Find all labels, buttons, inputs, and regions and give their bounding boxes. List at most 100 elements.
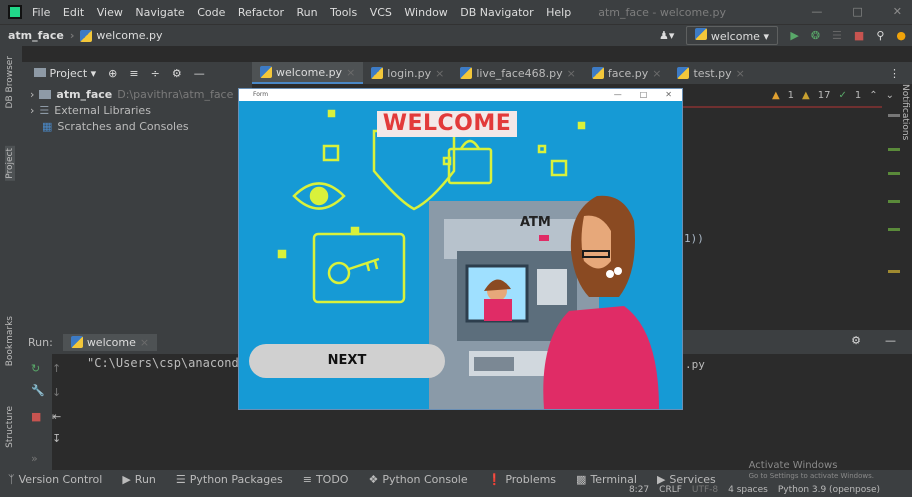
tool-run[interactable]: ▶ Run bbox=[122, 473, 156, 486]
stop-icon[interactable]: ■ bbox=[31, 410, 41, 423]
line-separator[interactable]: CRLF bbox=[659, 485, 682, 495]
update-icon[interactable]: ● bbox=[896, 29, 906, 42]
tree-item-external-libraries[interactable]: › ☰ External Libraries bbox=[22, 102, 252, 118]
indent-setting[interactable]: 4 spaces bbox=[728, 485, 768, 495]
search-icon[interactable]: ⚲ bbox=[876, 29, 884, 42]
tool-terminal[interactable]: ▩ Terminal bbox=[576, 473, 637, 486]
close-tab-icon[interactable]: × bbox=[140, 336, 149, 349]
file-encoding[interactable]: UTF-8 bbox=[692, 485, 718, 495]
menu-code[interactable]: Code bbox=[197, 6, 225, 19]
bookmarks-tab[interactable]: Bookmarks bbox=[5, 316, 15, 366]
project-tool-tab[interactable]: Project bbox=[5, 146, 15, 181]
library-icon: ☰ bbox=[39, 103, 50, 117]
chevron-up-icon[interactable]: ⌃ bbox=[869, 90, 877, 101]
more-options-icon[interactable]: ⋮ bbox=[889, 67, 900, 80]
menu-bar: File Edit View Navigate Code Refactor Ru… bbox=[32, 6, 580, 19]
breadcrumb-file[interactable]: welcome.py bbox=[96, 29, 162, 42]
run-icon[interactable]: ▶ bbox=[790, 29, 798, 42]
tool-python-console[interactable]: ❖ Python Console bbox=[368, 473, 467, 486]
chevron-right-icon[interactable]: › bbox=[30, 88, 34, 101]
menu-db-navigator[interactable]: DB Navigator bbox=[460, 6, 533, 19]
close-icon[interactable]: ✕ bbox=[665, 89, 672, 101]
menu-help[interactable]: Help bbox=[546, 6, 571, 19]
caret-position[interactable]: 8:27 bbox=[629, 485, 649, 495]
close-tab-icon[interactable]: × bbox=[652, 67, 661, 80]
db-browser-tab[interactable]: DB Browser bbox=[5, 56, 15, 108]
menu-vcs[interactable]: VCS bbox=[370, 6, 392, 19]
terminal-icon: ▩ bbox=[576, 472, 587, 486]
user-icon[interactable]: ♟▾ bbox=[659, 29, 674, 42]
tool-version-control[interactable]: ᛉ Version Control bbox=[8, 473, 102, 486]
close-tab-icon[interactable]: × bbox=[736, 67, 745, 80]
pycharm-logo-icon bbox=[8, 5, 22, 19]
debug-icon[interactable]: ❂ bbox=[811, 29, 820, 42]
maximize-icon[interactable]: □ bbox=[640, 89, 648, 101]
hide-panel-icon[interactable]: — bbox=[885, 334, 896, 347]
run-config-select[interactable]: welcome ▾ bbox=[686, 26, 779, 45]
project-view-select[interactable]: Project ▾ bbox=[34, 67, 96, 80]
navigation-bar: atm_face › welcome.py ♟▾ welcome ▾ ▶ ❂ ☰… bbox=[0, 24, 912, 46]
menu-refactor[interactable]: Refactor bbox=[238, 6, 284, 19]
minimize-icon[interactable]: — bbox=[811, 5, 822, 18]
expand-all-icon[interactable]: ÷ bbox=[151, 67, 160, 80]
settings-gear-icon[interactable]: ⚙ bbox=[851, 334, 861, 347]
title-bar: File Edit View Navigate Code Refactor Ru… bbox=[0, 0, 912, 24]
tree-item-scratches[interactable]: ▦ Scratches and Consoles bbox=[22, 118, 252, 134]
collapse-all-icon[interactable]: ≡ bbox=[129, 67, 138, 80]
close-icon[interactable]: ✕ bbox=[893, 5, 902, 18]
tab-login[interactable]: login.py × bbox=[363, 62, 452, 84]
breadcrumb-project[interactable]: atm_face bbox=[8, 29, 64, 42]
chevron-right-icon[interactable]: › bbox=[30, 104, 34, 117]
close-tab-icon[interactable]: × bbox=[435, 67, 444, 80]
next-button[interactable]: NEXT bbox=[249, 344, 445, 378]
down-arrow-icon[interactable]: ↓ bbox=[52, 386, 61, 399]
close-tab-icon[interactable]: × bbox=[567, 67, 576, 80]
packages-icon: ☰ bbox=[175, 472, 186, 486]
coverage-icon[interactable]: ☰ bbox=[832, 29, 842, 42]
stop-icon[interactable]: ■ bbox=[854, 29, 864, 42]
up-arrow-icon[interactable]: ↑ bbox=[52, 362, 61, 375]
wrench-icon[interactable]: 🔧 bbox=[31, 384, 45, 397]
minimize-icon[interactable]: — bbox=[614, 89, 622, 101]
menu-file[interactable]: File bbox=[32, 6, 50, 19]
menu-run[interactable]: Run bbox=[297, 6, 318, 19]
tool-python-packages[interactable]: ☰ Python Packages bbox=[176, 473, 283, 486]
folder-icon bbox=[39, 89, 52, 99]
check-icon: ✓ bbox=[838, 90, 847, 101]
scroll-marker bbox=[888, 172, 900, 175]
locate-icon[interactable]: ⊕ bbox=[108, 67, 117, 80]
status-bar: 8:27 CRLF UTF-8 4 spaces Python 3.9 (ope… bbox=[0, 485, 912, 497]
tk-window-controls: — □ ✕ bbox=[614, 89, 672, 101]
tab-face[interactable]: face.py × bbox=[584, 62, 670, 84]
menu-edit[interactable]: Edit bbox=[63, 6, 84, 19]
more-icon[interactable]: » bbox=[31, 452, 38, 465]
menu-view[interactable]: View bbox=[97, 6, 123, 19]
chevron-down-icon[interactable]: ⌄ bbox=[886, 90, 894, 101]
menu-window[interactable]: Window bbox=[404, 6, 447, 19]
tab-welcome[interactable]: welcome.py × bbox=[252, 62, 364, 84]
error-highlight bbox=[682, 106, 882, 108]
maximize-icon[interactable]: □ bbox=[852, 5, 862, 18]
menu-tools[interactable]: Tools bbox=[330, 6, 357, 19]
tool-services[interactable]: ▶ Services bbox=[657, 473, 716, 486]
scroll-marker bbox=[888, 148, 900, 151]
interpreter-selector[interactable]: Python 3.9 (openpose) bbox=[778, 485, 880, 495]
hide-panel-icon[interactable]: — bbox=[194, 67, 205, 80]
tab-live-face468[interactable]: live_face468.py × bbox=[452, 62, 584, 84]
tab-test[interactable]: test.py × bbox=[669, 62, 752, 84]
settings-gear-icon[interactable]: ⚙ bbox=[172, 67, 182, 80]
inspection-widget[interactable]: ▲ 1 ▲ 17 ✓ 1 ⌃ ⌄ bbox=[772, 90, 894, 101]
close-tab-icon[interactable]: × bbox=[346, 66, 355, 79]
rerun-icon[interactable]: ↻ bbox=[31, 362, 40, 375]
notifications-tab[interactable]: Notifications bbox=[900, 84, 910, 140]
menu-navigate[interactable]: Navigate bbox=[135, 6, 184, 19]
python-file-icon bbox=[677, 67, 690, 79]
tool-problems[interactable]: ❗ Problems bbox=[488, 473, 556, 486]
soft-wrap-icon[interactable]: ⇤ bbox=[52, 410, 61, 423]
structure-tab[interactable]: Structure bbox=[5, 406, 15, 448]
scroll-to-end-icon[interactable]: ↧ bbox=[52, 432, 61, 445]
tree-item-root[interactable]: › atm_face D:\pavithra\atm_face bbox=[22, 86, 252, 102]
tool-todo[interactable]: ≡ TODO bbox=[303, 473, 349, 486]
run-tab-welcome[interactable]: welcome × bbox=[62, 333, 158, 351]
python-file-icon bbox=[371, 67, 384, 79]
